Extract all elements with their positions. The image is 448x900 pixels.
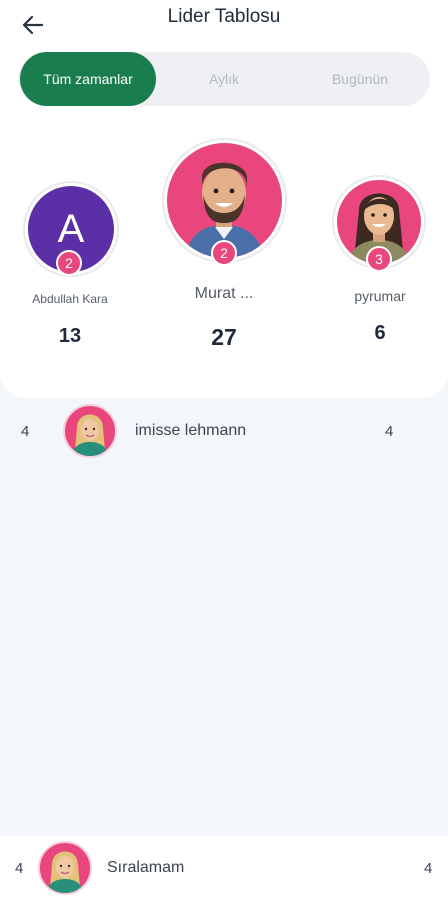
page-title: Lider Tablosu <box>167 6 281 27</box>
podium-2-rank-badge: 2 <box>56 250 82 276</box>
leaderboard-header-card: Lider Tablosu Tüm zamanlar Aylık Bugünün… <box>0 0 448 398</box>
tab-monthly[interactable]: Aylık <box>156 52 292 106</box>
podium-2-score: 13 <box>58 325 82 347</box>
podium-1-name: Murat ... <box>194 285 254 302</box>
podium-3-score: 6 <box>374 322 386 344</box>
podium-1-rank-badge: 2 <box>211 240 237 266</box>
podium-1-score: 27 <box>211 324 237 350</box>
podium-3-name: pyrumar <box>354 288 406 304</box>
my-rank-label: Sıralamam <box>107 859 185 876</box>
row-avatar <box>63 404 117 458</box>
row-score: 4 <box>385 423 394 440</box>
my-rank-bar[interactable]: 4 Sıralamam 4 <box>0 836 448 900</box>
blonde-woman-avatar-icon <box>71 414 109 456</box>
podium-2-name: Abdullah Kara <box>32 292 108 306</box>
period-tabs: Tüm zamanlar Aylık Bugünün <box>18 52 430 106</box>
row-name: imisse lehmann <box>135 422 247 439</box>
leaderboard-row[interactable]: 4 imisse lehmann 4 <box>0 397 448 467</box>
podium-3-rank-badge: 3 <box>366 246 392 272</box>
my-score: 4 <box>424 860 433 877</box>
my-rank: 4 <box>15 860 24 877</box>
my-avatar <box>38 841 92 895</box>
tab-all-time[interactable]: Tüm zamanlar <box>20 52 156 106</box>
tab-today[interactable]: Bugünün <box>292 52 428 106</box>
row-rank: 4 <box>21 423 30 440</box>
blonde-woman-avatar-icon <box>46 851 84 893</box>
